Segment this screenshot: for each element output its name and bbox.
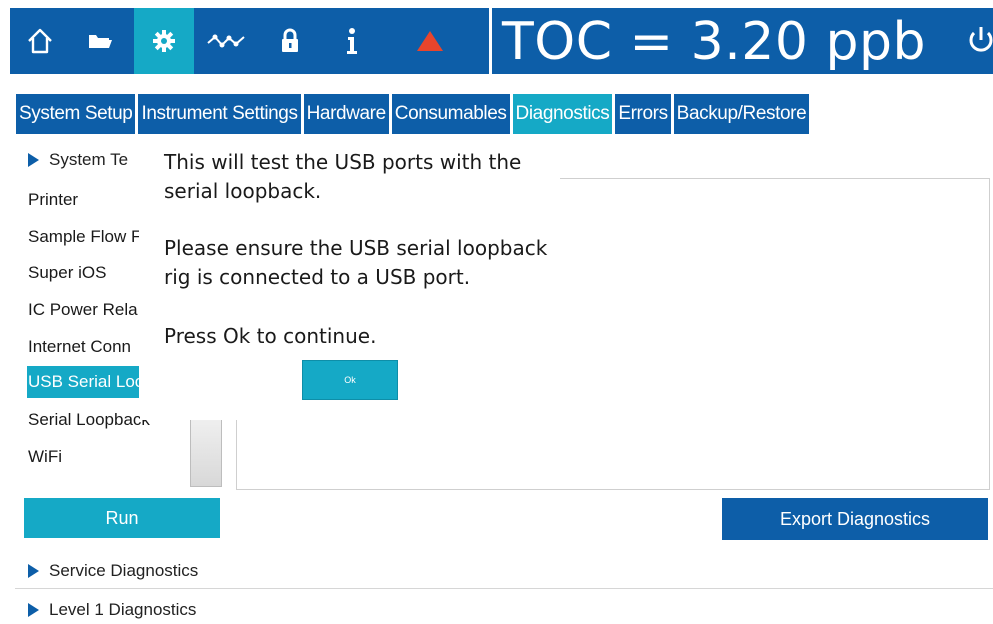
level1-diagnostics-label: Level 1 Diagnostics bbox=[49, 600, 197, 619]
list-item-usb-serial-loopback[interactable]: USB Serial Loo bbox=[27, 366, 139, 398]
trend-icon bbox=[207, 34, 245, 48]
export-diagnostics-button[interactable]: Export Diagnostics bbox=[722, 498, 988, 540]
power-button[interactable] bbox=[965, 16, 993, 66]
tab-hardware[interactable]: Hardware bbox=[303, 94, 389, 134]
lock-button[interactable] bbox=[260, 8, 320, 74]
expand-arrow-icon bbox=[28, 603, 39, 617]
service-diagnostics-header[interactable]: Service Diagnostics bbox=[28, 561, 198, 581]
alarm-icon bbox=[417, 31, 443, 51]
trend-button[interactable] bbox=[196, 8, 256, 74]
list-item-ic-power-relay[interactable]: IC Power Rela bbox=[27, 294, 139, 326]
list-item-wifi[interactable]: WiFi bbox=[27, 441, 139, 473]
dialog-text-line1: This will test the USB ports with the bbox=[164, 150, 522, 174]
system-tests-header[interactable]: System Te bbox=[28, 150, 128, 170]
tab-diagnostics[interactable]: Diagnostics bbox=[512, 94, 613, 134]
top-toolbar: TOC = 3.20 ppb bbox=[10, 8, 993, 74]
folder-button[interactable] bbox=[70, 8, 130, 74]
list-item-super-ios[interactable]: Super iOS bbox=[27, 257, 139, 289]
toc-reading: TOC = 3.20 ppb bbox=[502, 12, 926, 72]
settings-tabs: System Setup Instrument Settings Hardwar… bbox=[16, 94, 812, 134]
section-divider bbox=[15, 588, 993, 589]
dialog-text-line2: serial loopback. bbox=[164, 179, 322, 203]
gear-icon bbox=[153, 30, 175, 52]
tab-backup-restore[interactable]: Backup/Restore bbox=[673, 94, 810, 134]
home-button[interactable] bbox=[10, 8, 70, 74]
info-button[interactable] bbox=[322, 8, 382, 74]
dialog-text-line3: Please ensure the USB serial loopback bbox=[164, 236, 548, 260]
toolbar-separator bbox=[489, 8, 492, 74]
expand-arrow-icon bbox=[28, 564, 39, 578]
home-icon bbox=[28, 28, 52, 54]
list-item-sample-flow[interactable]: Sample Flow F bbox=[27, 221, 139, 253]
list-item-internet-connection[interactable]: Internet Conn bbox=[27, 331, 139, 363]
tab-system-setup[interactable]: System Setup bbox=[16, 94, 136, 134]
tab-instrument-settings[interactable]: Instrument Settings bbox=[138, 94, 301, 134]
level1-diagnostics-header[interactable]: Level 1 Diagnostics bbox=[28, 600, 196, 620]
tab-errors[interactable]: Errors bbox=[615, 94, 671, 134]
expand-arrow-icon bbox=[28, 153, 39, 167]
tab-consumables[interactable]: Consumables bbox=[391, 94, 510, 134]
dialog-text-line4: rig is connected to a USB port. bbox=[164, 265, 471, 289]
run-button[interactable]: Run bbox=[24, 498, 220, 538]
alarm-button[interactable] bbox=[400, 8, 460, 74]
settings-button[interactable] bbox=[134, 8, 194, 74]
info-icon bbox=[347, 28, 357, 54]
lock-icon bbox=[282, 28, 298, 52]
ok-button[interactable]: Ok bbox=[302, 360, 398, 400]
power-icon bbox=[969, 27, 993, 52]
service-diagnostics-label: Service Diagnostics bbox=[49, 561, 199, 580]
folder-icon bbox=[89, 35, 112, 48]
list-item-printer[interactable]: Printer bbox=[27, 184, 139, 216]
dialog-text-line5: Press Ok to continue. bbox=[164, 324, 377, 348]
system-tests-label: System Te bbox=[49, 150, 129, 169]
